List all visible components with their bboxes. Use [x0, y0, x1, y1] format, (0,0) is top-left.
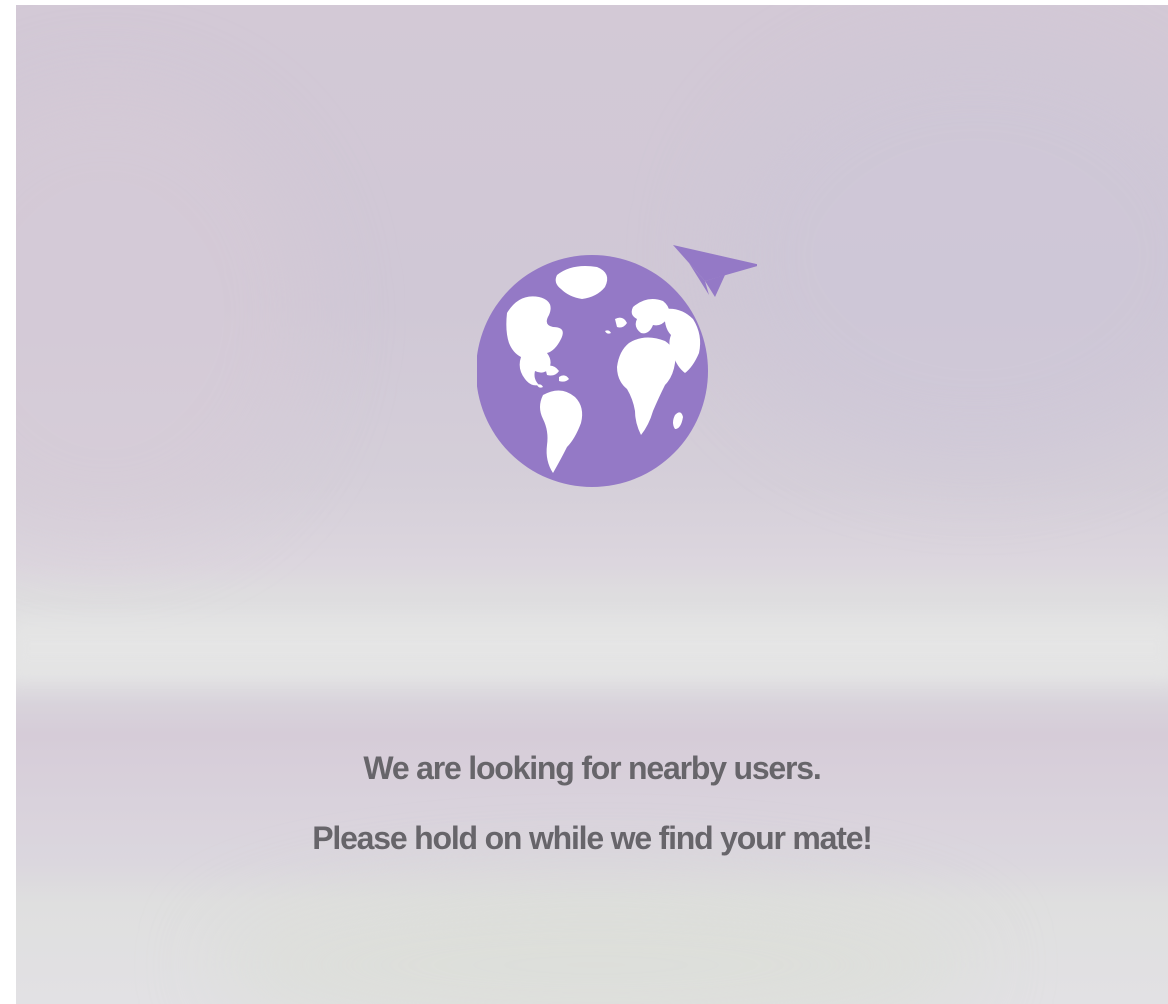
paper-plane-icon [673, 245, 757, 297]
background-blur [16, 85, 316, 545]
search-screen: We are looking for nearby users. Please … [0, 0, 1168, 1004]
background-blur [216, 885, 976, 1004]
loading-illustration [477, 235, 757, 505]
loading-overlay: We are looking for nearby users. Please … [16, 5, 1168, 1004]
status-message-line-2: Please hold on while we find your mate! [312, 820, 873, 856]
background-blur [716, 45, 1168, 465]
globe-icon [477, 255, 708, 487]
globe-illustration [477, 245, 757, 487]
status-message-line-1: We are looking for nearby users. [363, 750, 821, 786]
background-band [16, 605, 1168, 685]
